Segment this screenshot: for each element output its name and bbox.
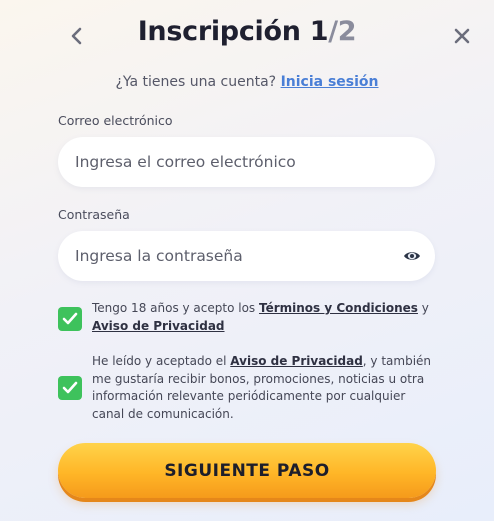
marketing-consent-text: He leído y aceptado el Aviso de Privacid…	[92, 353, 432, 423]
eye-icon	[404, 252, 420, 260]
password-visibility-toggle[interactable]	[403, 247, 421, 265]
marketing-consent-checkbox[interactable]	[58, 376, 82, 400]
age-consent-row: Tengo 18 años y acepto los Términos y Co…	[58, 300, 438, 340]
marketing-consent-text-1: He leído y aceptado el	[92, 354, 231, 368]
password-label: Contraseña	[58, 207, 130, 222]
close-icon	[454, 28, 470, 44]
login-prompt: ¿Ya tienes una cuenta? Inicia sesión	[0, 74, 494, 90]
age-consent-text-1: Tengo 18 años y acepto los	[92, 301, 259, 315]
checkmark-icon	[62, 312, 78, 325]
privacy-link[interactable]: Aviso de Privacidad	[92, 319, 225, 333]
marketing-consent-row: He leído y aceptado el Aviso de Privacid…	[58, 353, 438, 425]
password-field-wrapper	[58, 231, 435, 281]
page-title: Inscripción 1/2	[0, 16, 494, 47]
next-step-button[interactable]: SIGUIENTE PASO	[58, 443, 436, 498]
age-consent-checkbox[interactable]	[58, 307, 82, 331]
close-button[interactable]	[448, 22, 476, 50]
password-field[interactable]	[75, 247, 385, 265]
login-prompt-text: ¿Ya tienes una cuenta?	[115, 74, 277, 90]
email-field-wrapper	[58, 137, 435, 187]
privacy-link-2[interactable]: Aviso de Privacidad	[230, 354, 363, 368]
checkmark-icon	[62, 381, 78, 394]
email-label: Correo electrónico	[58, 113, 173, 128]
age-consent-text: Tengo 18 años y acepto los Términos y Co…	[92, 300, 432, 335]
email-field[interactable]	[75, 153, 385, 171]
terms-link[interactable]: Términos y Condiciones	[259, 301, 418, 315]
header: Inscripción 1/2	[0, 0, 494, 76]
title-step-total: /2	[328, 16, 357, 47]
age-consent-text-2: y	[417, 301, 429, 315]
title-step: Inscripción 1	[137, 16, 329, 47]
login-link[interactable]: Inicia sesión	[281, 74, 379, 90]
